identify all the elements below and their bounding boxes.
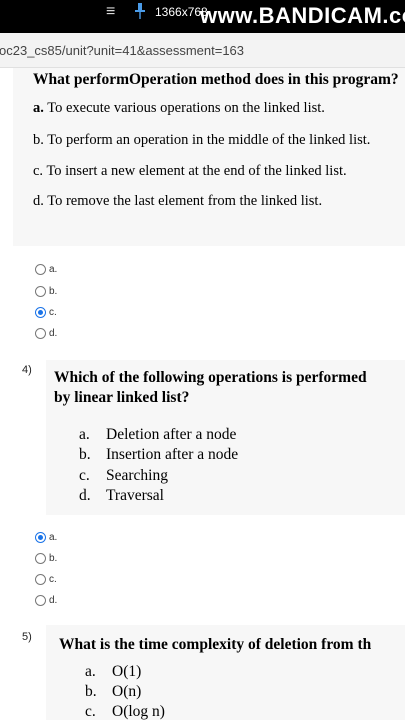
option-letter: c. — [85, 703, 96, 720]
radio-button[interactable] — [35, 263, 46, 275]
option-text: Searching — [106, 467, 168, 484]
option-text: To perform an operation in the middle of… — [47, 132, 371, 148]
q3-option-b: b. To perform an operation in the middle… — [33, 132, 370, 149]
option-text: Deletion after a node — [106, 426, 237, 443]
radio-button[interactable] — [35, 573, 46, 585]
option-text: O(1) — [112, 663, 142, 680]
question-5-number: 5) — [22, 631, 32, 643]
q4-option-c: c. Searching — [79, 467, 168, 485]
option-letter: c. — [33, 163, 44, 179]
q4-choice-d[interactable]: d. — [35, 592, 57, 608]
q4-option-b: b. Insertion after a node — [79, 446, 238, 464]
radio-button-selected[interactable] — [35, 531, 46, 543]
choice-label: a. — [49, 531, 58, 543]
option-letter: b. — [79, 446, 91, 463]
choice-label: c. — [49, 306, 57, 318]
option-letter: d. — [79, 487, 91, 504]
q4-option-d: d. Traversal — [79, 487, 164, 505]
q5-option-a: a. O(1) — [85, 663, 141, 681]
option-letter: b. — [85, 683, 97, 700]
q3-choice-b[interactable]: b. — [35, 283, 57, 299]
question-4-number: 4) — [22, 364, 32, 376]
choice-label: b. — [49, 552, 58, 564]
q3-choice-c[interactable]: c. — [35, 304, 57, 320]
question-3-text: What performOperation method does in thi… — [33, 71, 399, 88]
option-text: O(n) — [112, 683, 142, 700]
choice-label: b. — [49, 285, 58, 297]
choice-label: a. — [49, 263, 58, 275]
option-letter: b. — [33, 132, 44, 148]
bandicam-watermark: www.BANDICAM.co — [200, 3, 405, 28]
q3-choice-a[interactable]: a. — [35, 261, 57, 277]
q3-option-d: d. To remove the last element from the l… — [33, 193, 322, 210]
option-text: Traversal — [106, 487, 164, 504]
q4-option-a: a. Deletion after a node — [79, 426, 236, 444]
question-4-text-line2: by linear linked list? — [54, 389, 190, 406]
q5-option-c: c. O(log n) — [85, 703, 165, 721]
option-letter: a. — [85, 663, 96, 680]
option-letter: c. — [79, 467, 90, 484]
q3-option-a: a. To execute various operations on the … — [33, 100, 325, 117]
radio-button[interactable] — [35, 594, 46, 606]
option-letter: d. — [33, 193, 44, 209]
pin-icon[interactable] — [135, 3, 145, 22]
radio-button[interactable] — [35, 327, 46, 339]
option-text: To insert a new element at the end of th… — [46, 163, 347, 179]
option-letter: a. — [79, 426, 90, 443]
q4-choice-c[interactable]: c. — [35, 571, 57, 587]
option-text: Insertion after a node — [106, 446, 239, 463]
radio-button-selected[interactable] — [35, 306, 46, 318]
q4-choice-b[interactable]: b. — [35, 550, 57, 566]
url-text[interactable]: oc23_cs85/unit?unit=41&assessment=163 — [0, 43, 244, 58]
choice-label: d. — [49, 594, 58, 606]
question-5-text: What is the time complexity of deletion … — [59, 636, 372, 653]
option-text: O(log n) — [112, 703, 165, 720]
q3-choice-d[interactable]: d. — [35, 325, 57, 341]
question-3-card — [13, 68, 405, 246]
option-letter: a. — [33, 100, 44, 116]
address-bar[interactable]: oc23_cs85/unit?unit=41&assessment=163 — [0, 33, 405, 68]
choice-label: d. — [49, 327, 58, 339]
q4-choice-a[interactable]: a. — [35, 529, 57, 545]
radio-button[interactable] — [35, 552, 46, 564]
q3-option-c: c. To insert a new element at the end of… — [33, 163, 347, 180]
option-text: To execute various operations on the lin… — [47, 100, 325, 116]
option-text: To remove the last element from the link… — [47, 193, 323, 209]
menu-icon[interactable]: ≡ — [106, 3, 115, 21]
question-4-text-line1: Which of the following operations is per… — [54, 369, 367, 386]
radio-button[interactable] — [35, 285, 46, 297]
recorder-overlay-bar: ≡ 1366x768 www.BANDICAM.co — [0, 0, 405, 33]
q5-option-b: b. O(n) — [85, 683, 141, 701]
choice-label: c. — [49, 573, 57, 585]
